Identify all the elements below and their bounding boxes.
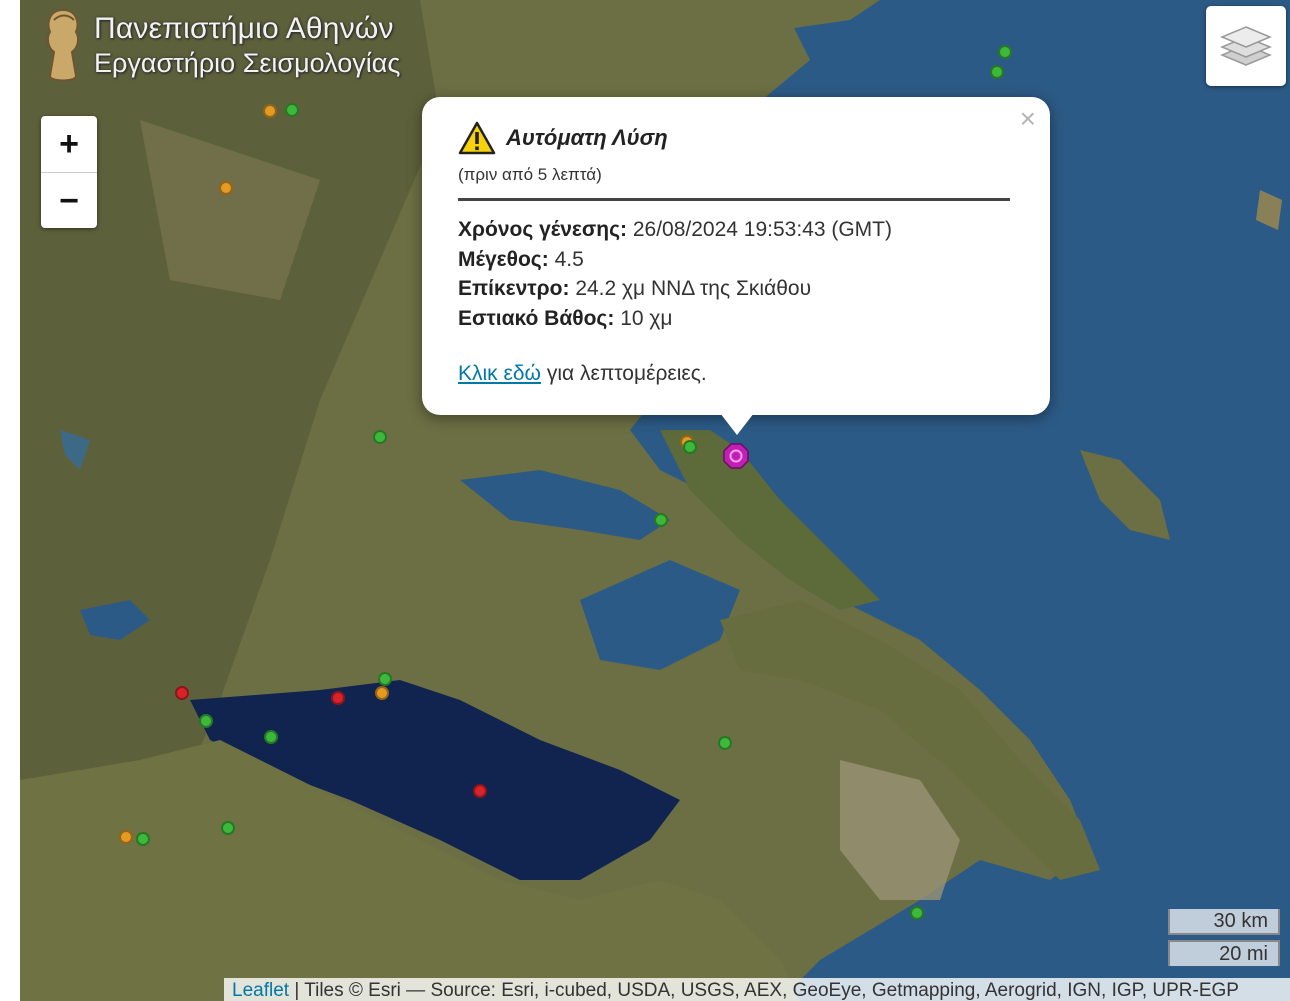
magnitude-value: 4.5 bbox=[554, 247, 584, 271]
origin-time-label: Χρόνος γένεσης: bbox=[458, 218, 627, 241]
quake-marker-orange[interactable] bbox=[375, 686, 389, 700]
map[interactable]: Πανεπιστήμιο Αθηνών Εργαστήριο Σεισμολογ… bbox=[20, 0, 1290, 1001]
map-attribution: Leaflet | Tiles © Esri — Source: Esri, i… bbox=[224, 978, 1290, 1001]
epicenter-value: 24.2 χμ ΝΝΔ της Σκιάθου bbox=[575, 277, 812, 300]
quake-marker-green[interactable] bbox=[990, 65, 1004, 79]
zoom-in-button[interactable]: + bbox=[41, 116, 97, 173]
scale-km: 30 km bbox=[1168, 909, 1280, 935]
quake-marker-green[interactable] bbox=[285, 103, 299, 117]
scale-bar: 30 km 20 mi bbox=[1168, 909, 1280, 966]
details-suffix: για λεπτομέρειες. bbox=[546, 362, 707, 385]
zoom-control: + − bbox=[41, 116, 97, 228]
popup-time-ago: (πριν από 5 λεπτά) bbox=[458, 165, 602, 184]
layers-button[interactable] bbox=[1206, 6, 1286, 86]
origin-time-row: Χρόνος γένεσης: 26/08/2024 19:53:43 (GMT… bbox=[458, 215, 892, 245]
athena-statue-icon bbox=[46, 8, 80, 82]
quake-marker-red[interactable] bbox=[473, 784, 487, 798]
epicenter-label: Επίκεντρο: bbox=[458, 277, 570, 300]
popup-title: Αυτόματη Λύση bbox=[506, 125, 668, 150]
popup-close-button[interactable]: × bbox=[1020, 103, 1036, 135]
quake-marker-orange[interactable] bbox=[219, 181, 233, 195]
earthquake-popup: × Αυτόματη Λύση (πριν από 5 λεπτά) Χρόνο… bbox=[422, 97, 1050, 435]
epicenter-row: Επίκεντρο: 24.2 χμ ΝΝΔ της Σκιάθου bbox=[458, 274, 892, 304]
quake-marker-red[interactable] bbox=[331, 691, 345, 705]
quake-marker-green[interactable] bbox=[264, 730, 278, 744]
quake-marker-red[interactable] bbox=[175, 686, 189, 700]
seismology-lab-logo: Πανεπιστήμιο Αθηνών Εργαστήριο Σεισμολογ… bbox=[38, 6, 400, 86]
quake-marker-orange[interactable] bbox=[263, 104, 277, 118]
quake-marker-green[interactable] bbox=[378, 672, 392, 686]
layers-icon bbox=[1220, 26, 1272, 66]
depth-row: Εστιακό Βάθος: 10 χμ bbox=[458, 304, 892, 334]
quake-marker-green[interactable] bbox=[136, 832, 150, 846]
popup-tip bbox=[720, 413, 754, 435]
depth-value: 10 χμ bbox=[620, 306, 673, 330]
quake-marker-green[interactable] bbox=[718, 736, 732, 750]
tiles-credit: | Tiles © Esri — Source: Esri, i-cubed, … bbox=[294, 980, 1239, 1001]
epicenter-marker[interactable] bbox=[723, 443, 749, 469]
magnitude-label: Μέγεθος: bbox=[458, 247, 549, 271]
zoom-out-button[interactable]: − bbox=[41, 173, 97, 229]
quake-marker-green[interactable] bbox=[654, 513, 668, 527]
quake-marker-green[interactable] bbox=[998, 45, 1012, 59]
warning-icon bbox=[458, 121, 496, 155]
logo-lab: Εργαστήριο Σεισμολογίας bbox=[94, 48, 401, 78]
quake-marker-green[interactable] bbox=[199, 714, 213, 728]
depth-label: Εστιακό Βάθος: bbox=[458, 306, 615, 330]
details-link[interactable]: Κλικ εδώ bbox=[458, 362, 541, 385]
leaflet-link[interactable]: Leaflet bbox=[232, 980, 289, 1001]
quake-marker-green[interactable] bbox=[221, 821, 235, 835]
details-row: Κλικ εδώ για λεπτομέρειες. bbox=[458, 362, 707, 386]
origin-time-value: 26/08/2024 19:53:43 (GMT) bbox=[632, 218, 893, 241]
popup-divider bbox=[458, 198, 1010, 201]
quake-marker-orange[interactable] bbox=[119, 830, 133, 844]
quake-marker-green[interactable] bbox=[683, 440, 697, 454]
magnitude-row: Μέγεθος: 4.5 bbox=[458, 245, 892, 275]
quake-marker-green[interactable] bbox=[910, 906, 924, 920]
scale-mi: 20 mi bbox=[1168, 940, 1280, 966]
logo-university: Πανεπιστήμιο Αθηνών bbox=[94, 12, 394, 45]
quake-marker-green[interactable] bbox=[373, 430, 387, 444]
